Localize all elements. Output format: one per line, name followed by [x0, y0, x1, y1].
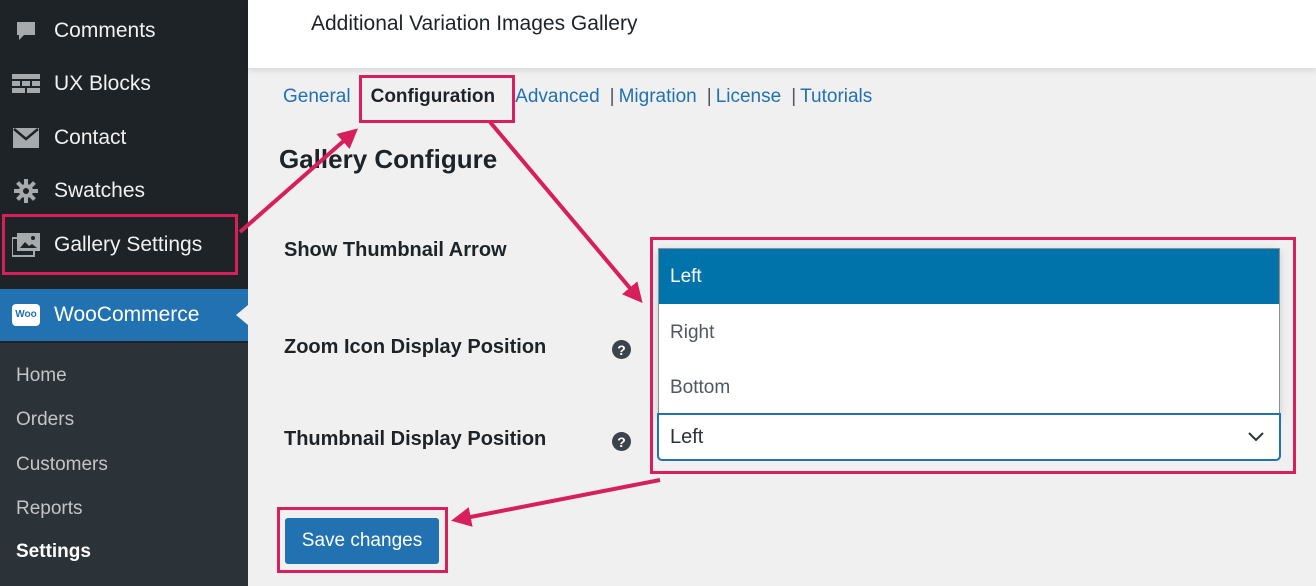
- arrow-to-dropdown: [488, 120, 643, 304]
- arrow-to-save-button: [451, 478, 661, 527]
- arrow-to-configuration: [238, 128, 359, 234]
- annotation-arrows: [238, 120, 661, 527]
